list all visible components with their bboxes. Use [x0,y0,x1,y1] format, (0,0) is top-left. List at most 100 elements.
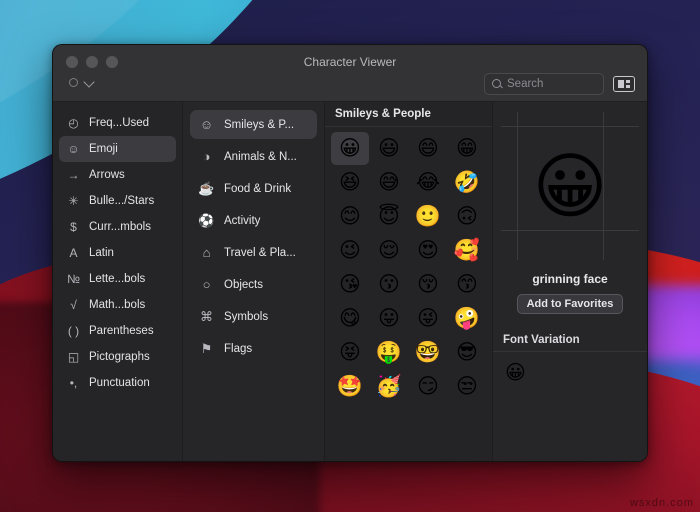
sidebar-item-label: Curr...mbols [89,221,151,233]
chevron-down-icon[interactable] [85,77,95,87]
category-item-icon: ☕ [198,182,215,195]
category-item-activity[interactable]: ⚽Activity [190,206,317,235]
emoji-cell[interactable]: 😚 [409,268,447,301]
emoji-cell[interactable]: 😍 [409,234,447,267]
sidebar-item-freq-used[interactable]: ◴Freq...Used [59,110,176,136]
category-item-label: Smileys & P... [224,119,294,131]
category-item-icon: ◑ [198,150,215,163]
sidebar-item-label: Arrows [89,169,125,181]
emoji-cell[interactable]: 😁 [448,132,486,165]
character-preview: 😀 [493,102,647,270]
emoji-cell[interactable]: 🥰 [448,234,486,267]
emoji-cell[interactable]: 🙃 [448,200,486,233]
category-item-animals-n[interactable]: ◑ Animals & N... [190,142,317,171]
emoji-cell[interactable]: 😊 [331,200,369,233]
emoji-cell[interactable]: 😌 [370,234,408,267]
sidebar-item-pictographs[interactable]: ◱ Pictographs [59,344,176,370]
sidebar-item-bulle-stars[interactable]: ✳ Bulle.../Stars [59,188,176,214]
category-item-travel-pla[interactable]: ⌂ Travel & Pla... [190,238,317,267]
category-item-flags[interactable]: ⚑Flags [190,334,317,363]
emoji-cell[interactable]: 😇 [370,200,408,233]
emoji-cell[interactable]: 😆 [331,166,369,199]
sidebar-item-label: Lette...bols [89,273,145,285]
window-titlebar: Character Viewer Search [53,45,647,102]
emoji-cell[interactable]: 😛 [370,302,408,335]
gear-dot-icon[interactable] [69,78,78,87]
emoji-cell[interactable]: 🤩 [331,370,369,403]
sidebar-item-latin[interactable]: A Latin [59,240,176,266]
emoji-cell[interactable]: 🥳 [370,370,408,403]
emoji-cell[interactable]: 😜 [409,302,447,335]
grid-line-h1 [501,126,639,127]
emoji-cell[interactable]: 🤣 [448,166,486,199]
character-viewer-window: Character Viewer Search ◴Freq...Used ☺ Emo… [52,44,648,462]
sidebar-item-math-bols[interactable]: √Math...bols [59,292,176,318]
category-item-label: Travel & Pla... [224,247,296,259]
window-body: ◴Freq...Used ☺ Emoji → Arrows ✳ Bulle.../Stars… [53,102,647,461]
sidebar-item-label: Latin [89,247,114,259]
emoji-cell[interactable]: 😗 [370,268,408,301]
category-item-objects[interactable]: ○Objects [190,270,317,299]
sidebar-item-icon: ✳ [66,195,81,207]
emoji-grid-scroll[interactable]: 😀😃😄😁 😆😅😂🤣 😊😇🙂🙃 😉😌😍🥰 😘😗😚😙 😋😛😜🤪 😝🤑🤓😎 🤩🥳😏😒 [325,127,492,461]
category-item-food-drink[interactable]: ☕ Food & Drink [190,174,317,203]
window-title: Character Viewer [53,55,647,69]
emoji-cell[interactable]: 😀 [331,132,369,165]
category-item-symbols[interactable]: ⌘Symbols [190,302,317,331]
sidebar-item-icon: ◱ [66,351,81,363]
category-item-label: Symbols [224,311,268,323]
toolbar-right: Search [484,73,635,95]
category-item-label: Food & Drink [224,183,291,195]
category-item-icon: ⌂ [198,246,215,259]
keyboard-icon[interactable] [613,76,635,92]
font-variation-list: 😀 [493,352,647,394]
category-list: ☺Smileys & P... ◑ Animals & N... ☕ Food & Dr… [183,102,325,461]
emoji-cell[interactable]: 😏 [409,370,447,403]
emoji-cell[interactable]: 🤪 [448,302,486,335]
emoji-cell[interactable]: 😃 [370,132,408,165]
sidebar-item-icon: ☺ [66,143,81,155]
sidebar-item-label: Punctuation [89,377,150,389]
toolbar-left [69,77,95,87]
sidebar-item-curr-mbols[interactable]: $ Curr...mbols [59,214,176,240]
sidebar-item-icon: ◴ [66,117,81,129]
emoji-cell[interactable]: 😄 [409,132,447,165]
sidebar-item-icon: $ [66,221,81,233]
sidebar-item-label: Bulle.../Stars [89,195,154,207]
category-item-smileys-p[interactable]: ☺Smileys & P... [190,110,317,139]
sidebar-item-arrows[interactable]: → Arrows [59,162,176,188]
font-variation-item[interactable]: 😀 [505,360,526,384]
emoji-cell[interactable]: 🤓 [409,336,447,369]
emoji-cell[interactable]: 😝 [331,336,369,369]
emoji-cell[interactable]: 😙 [448,268,486,301]
category-item-label: Animals & N... [224,151,297,163]
category-item-label: Flags [224,343,252,355]
emoji-cell[interactable]: 🙂 [409,200,447,233]
sidebar-item-icon: ( ) [66,325,81,337]
grid-line-v1 [517,112,518,260]
sidebar-item-lette-bols[interactable]: № Lette...bols [59,266,176,292]
category-item-label: Objects [224,279,263,291]
emoji-cell[interactable]: 😘 [331,268,369,301]
emoji-grid: 😀😃😄😁 😆😅😂🤣 😊😇🙂🙃 😉😌😍🥰 😘😗😚😙 😋😛😜🤪 😝🤑🤓😎 🤩🥳😏😒 [331,132,486,403]
sidebar-item-label: Emoji [89,143,118,155]
emoji-cell[interactable]: 😒 [448,370,486,403]
sidebar-item-icon: № [66,273,81,285]
emoji-cell[interactable]: 🤑 [370,336,408,369]
emoji-grid-panel: Smileys & People 😀😃😄😁 😆😅😂🤣 😊😇🙂🙃 😉😌😍🥰 😘😗😚😙 😋😛😜… [325,102,493,461]
sidebar-item-emoji[interactable]: ☺ Emoji [59,136,176,162]
sidebar-item-parentheses[interactable]: ( ) Parentheses [59,318,176,344]
emoji-cell[interactable]: 😎 [448,336,486,369]
add-to-favorites-button[interactable]: Add to Favorites [517,294,624,314]
sidebar-item-icon: → [66,169,81,181]
sidebar-item-icon: A [66,247,81,259]
sidebar-item-label: Pictographs [89,351,150,363]
sidebar-item-punctuation[interactable]: •,Punctuation [59,370,176,396]
sidebar-item-label: Parentheses [89,325,154,337]
emoji-cell[interactable]: 😂 [409,166,447,199]
emoji-cell[interactable]: 😉 [331,234,369,267]
grid-header: Smileys & People [325,102,492,127]
search-field[interactable]: Search [484,73,604,95]
emoji-cell[interactable]: 😅 [370,166,408,199]
emoji-cell[interactable]: 😋 [331,302,369,335]
